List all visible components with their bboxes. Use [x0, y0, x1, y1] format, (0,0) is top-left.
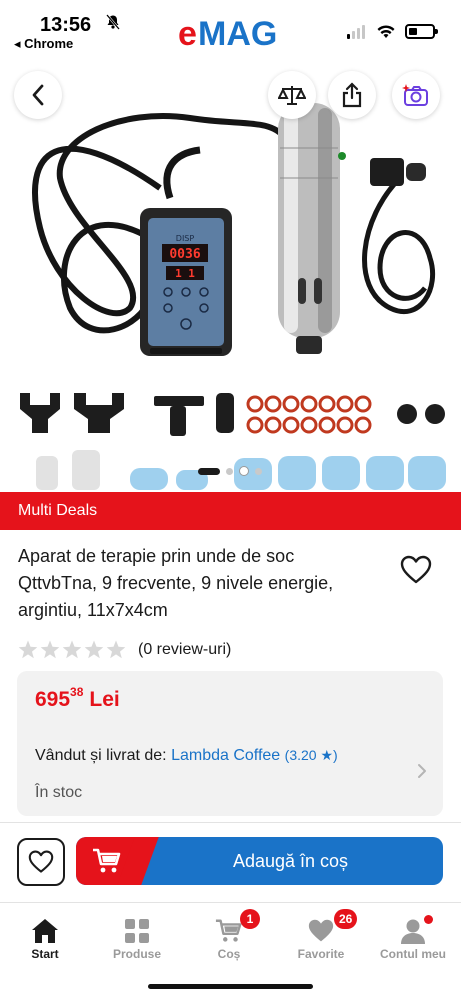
heart-outline-icon — [28, 850, 54, 873]
status-bar: 13:56 ◂ Chrome e MAG — [0, 0, 461, 58]
o-rings — [246, 395, 372, 434]
user-icon — [401, 919, 425, 944]
device-display-label: DISP — [176, 234, 195, 243]
system-icons — [347, 24, 438, 39]
device-display-bottom: 1 1 — [175, 267, 195, 280]
cart-icon — [93, 848, 121, 873]
applicator-heads — [20, 393, 445, 436]
carousel-indicator[interactable] — [198, 466, 262, 476]
product-image: DISP 0036 1 1 — [20, 103, 446, 490]
svg-text:MAG: MAG — [198, 15, 277, 52]
star-icon — [40, 640, 60, 659]
svg-text:e: e — [178, 15, 197, 52]
cart-zone — [76, 837, 138, 885]
device-display-top: 0036 — [169, 247, 200, 262]
carousel-dot-active[interactable] — [198, 467, 220, 475]
back-button[interactable] — [14, 71, 62, 119]
tab-start[interactable]: Start — [0, 917, 90, 961]
sold-by-label: Vândut și livrat de: — [35, 747, 167, 764]
product-title: Aparat de terapie prin unde de soc Qttvb… — [18, 546, 334, 620]
wifi-icon — [377, 24, 395, 38]
add-to-favorites-button[interactable] — [17, 838, 65, 886]
price-currency: Lei — [89, 688, 120, 711]
heart-icon — [308, 919, 334, 942]
product-image-carousel[interactable]: DISP 0036 1 1 — [0, 58, 461, 490]
carousel-dot[interactable] — [255, 467, 262, 475]
price: 69538 Lei — [35, 685, 120, 712]
star-icon — [106, 640, 126, 659]
purchase-actions: Adaugă în coș — [0, 822, 461, 902]
add-to-cart-button[interactable]: Adaugă în coș — [76, 837, 443, 885]
favorite-heart-icon[interactable] — [400, 555, 432, 585]
tab-produse-label: Produse — [112, 947, 161, 961]
tab-favorite[interactable]: 26 Favorite — [276, 909, 366, 961]
star-icon — [62, 640, 82, 659]
account-notification-dot — [424, 915, 433, 924]
price-decimals: 38 — [70, 685, 84, 699]
stock-status: În stoc — [35, 784, 83, 801]
emag-logo: e MAG — [178, 15, 277, 52]
multi-deals-banner[interactable]: Multi Deals — [0, 492, 461, 530]
offer-card: 69538 Lei Vândut și livrat de: Lambda Cof… — [17, 671, 443, 816]
home-indicator — [148, 984, 313, 989]
share-icon — [342, 82, 362, 108]
chevron-left-icon — [32, 84, 44, 106]
share-button[interactable] — [328, 71, 376, 119]
signal-icon — [347, 24, 365, 39]
tab-start-label: Start — [31, 947, 59, 961]
tab-produse[interactable]: Produse — [92, 917, 182, 961]
tab-contul-meu-label: Contul meu — [380, 947, 446, 961]
grid-icon — [125, 919, 149, 943]
tab-cos[interactable]: 1 Coș — [184, 909, 274, 961]
add-to-cart-label: Adaugă în coș — [232, 851, 349, 871]
star-icon — [84, 640, 104, 659]
seller-row[interactable]: Vândut și livrat de: Lambda Coffee (3.20… — [35, 747, 338, 765]
reviews-count[interactable]: (0 review-uri) — [138, 641, 231, 659]
clock: 13:56 — [40, 14, 92, 36]
bottom-tab-bar: Start Produse 1 Coș 26 Favorite Contul m… — [0, 902, 461, 999]
tab-contul-meu[interactable]: Contul meu — [368, 915, 458, 961]
camera-sparkle-icon — [402, 84, 428, 106]
muted-bell-icon — [105, 14, 121, 35]
battery-icon — [405, 24, 438, 39]
scale-icon — [278, 86, 306, 105]
home-icon — [32, 919, 58, 943]
visual-search-button[interactable] — [392, 71, 440, 119]
seller-name-link[interactable]: Lambda Coffee — [171, 747, 280, 764]
star-icon — [18, 640, 38, 659]
carousel-dot[interactable] — [226, 467, 233, 475]
tab-favorite-label: Favorite — [297, 947, 345, 961]
compare-button[interactable] — [268, 71, 316, 119]
cart-count-badge: 1 — [240, 909, 260, 929]
price-integer: 695 — [35, 688, 71, 711]
rating-row[interactable]: (0 review-uri) — [18, 640, 231, 659]
carousel-video-dot[interactable] — [239, 466, 249, 476]
cart-icon — [215, 919, 242, 942]
chevron-right-icon[interactable] — [417, 763, 427, 779]
seller-score: (3.20 ★) — [284, 747, 338, 763]
tab-cos-label: Coș — [217, 947, 241, 961]
back-to-chrome-link[interactable]: ◂ Chrome — [14, 36, 73, 52]
favorites-count-badge: 26 — [334, 909, 358, 929]
rating-stars — [18, 640, 126, 659]
